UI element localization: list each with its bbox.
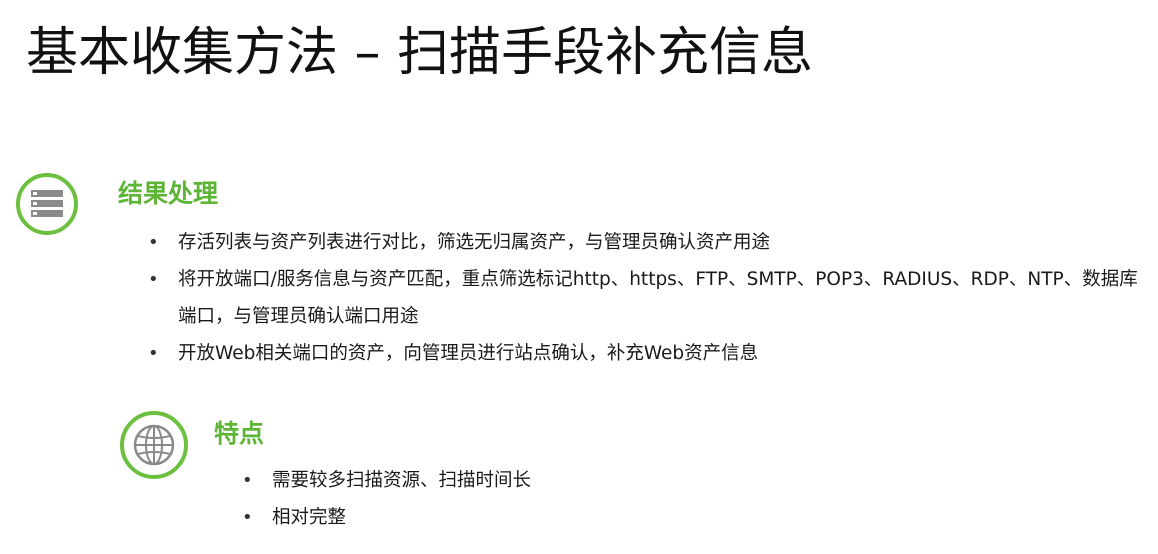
section-heading-features: 特点 (214, 419, 265, 448)
list-item: • 需要较多扫描资源、扫描时间长 (240, 462, 940, 499)
page-title: 基本收集方法 – 扫描手段补充信息 (26, 23, 814, 83)
list-item-text: 存活列表与资产列表进行对比，筛选无归属资产，与管理员确认资产用途 (178, 232, 771, 253)
result-processing-list: • 存活列表与资产列表进行对比，筛选无归属资产，与管理员确认资产用途 • 将开放… (146, 224, 1146, 372)
list-item-text: 需要较多扫描资源、扫描时间长 (272, 470, 532, 491)
bullet-dot: • (242, 507, 253, 528)
list-item: • 相对完整 (240, 499, 940, 536)
bullet-dot: • (148, 343, 159, 364)
bullet-dot: • (148, 269, 159, 290)
server-icon (16, 173, 78, 235)
list-item-text: 相对完整 (272, 507, 347, 528)
section-heading-result-processing: 结果处理 (118, 179, 219, 208)
bullet-dot: • (148, 232, 159, 253)
bullet-dot: • (242, 470, 253, 491)
list-item: • 开放Web相关端口的资产，向管理员进行站点确认，补充Web资产信息 (146, 335, 1146, 372)
list-item: • 将开放端口/服务信息与资产匹配，重点筛选标记http、https、FTP、S… (146, 261, 1146, 335)
list-item-text: 将开放端口/服务信息与资产匹配，重点筛选标记http、https、FTP、SMT… (178, 269, 1138, 327)
globe-icon (120, 411, 188, 479)
list-item-text: 开放Web相关端口的资产，向管理员进行站点确认，补充Web资产信息 (178, 343, 759, 364)
list-item: • 存活列表与资产列表进行对比，筛选无归属资产，与管理员确认资产用途 (146, 224, 1146, 261)
features-list: • 需要较多扫描资源、扫描时间长 • 相对完整 (240, 462, 940, 536)
